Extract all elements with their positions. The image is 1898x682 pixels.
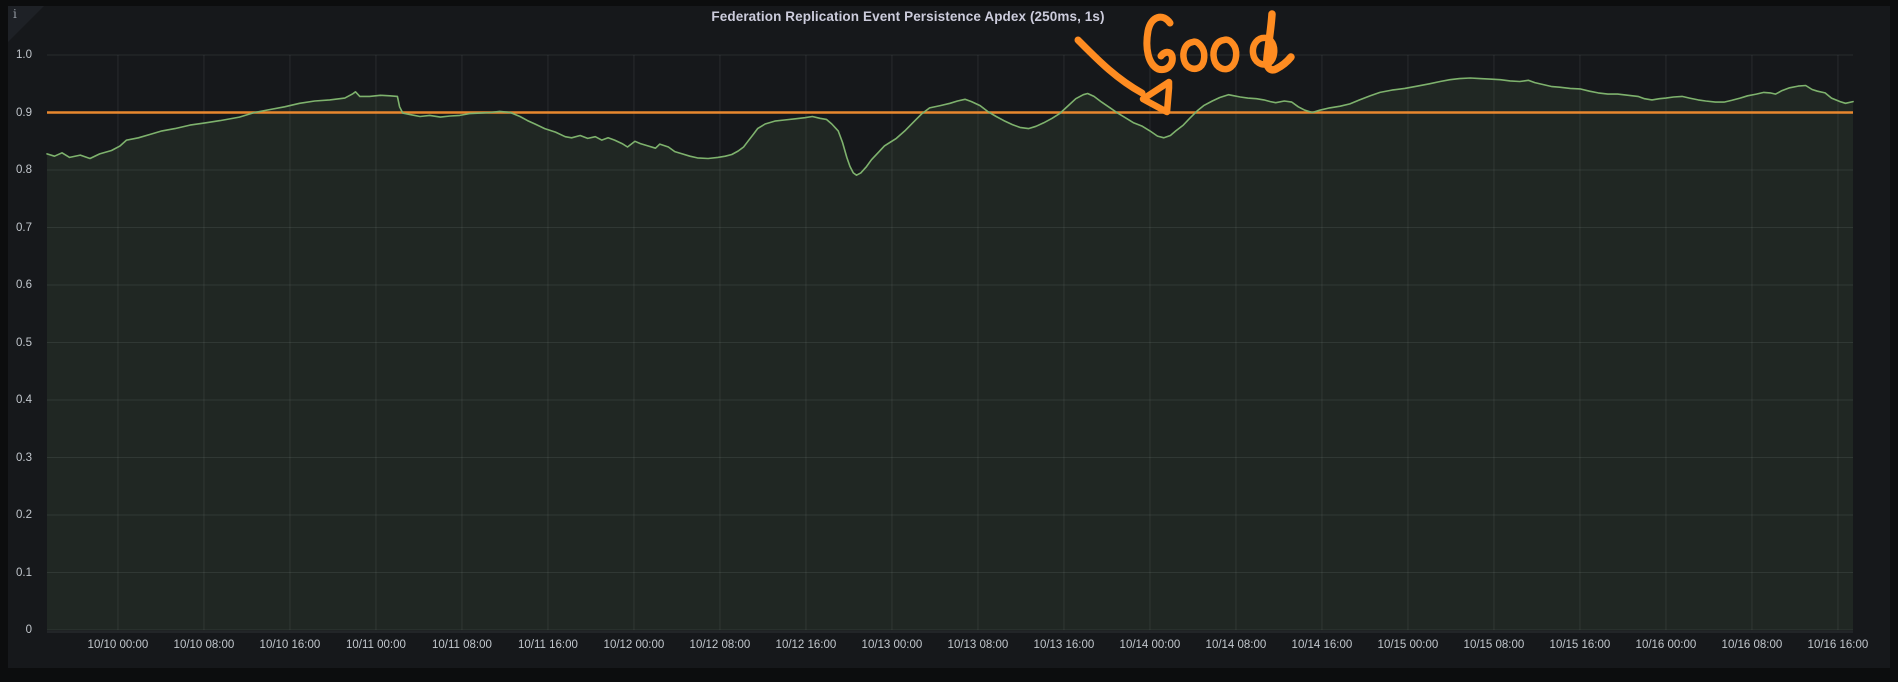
grafana-dashboard-page: i Federation Replication Event Persisten… [0, 0, 1898, 682]
time-series-chart[interactable] [0, 0, 1898, 682]
series-area-fill [47, 78, 1853, 630]
